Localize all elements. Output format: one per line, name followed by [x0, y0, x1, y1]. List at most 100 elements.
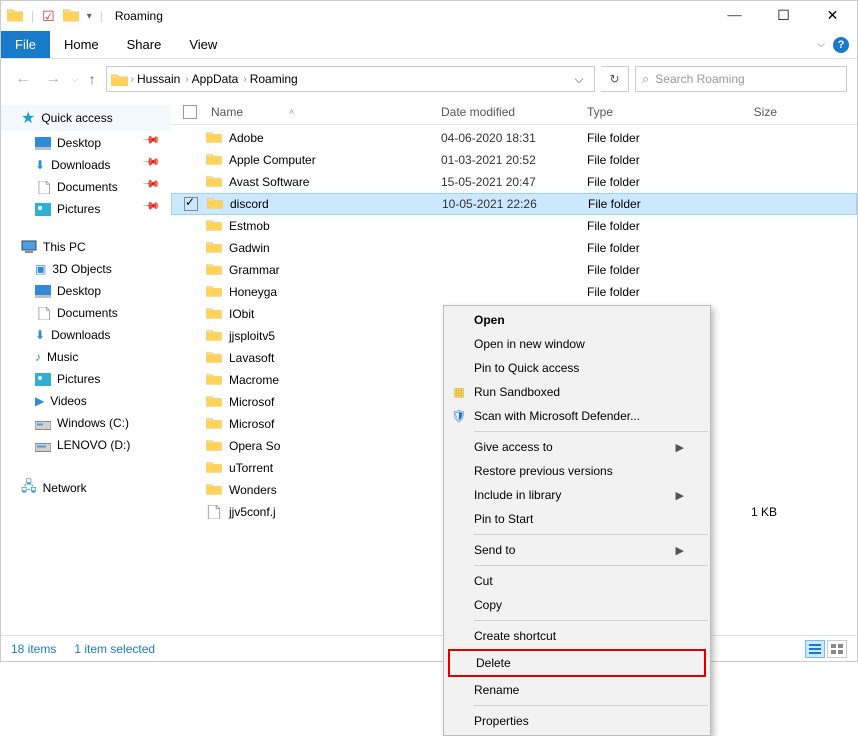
chevron-right-icon: ▶ [676, 441, 684, 454]
qat-properties-icon[interactable]: ☑ [42, 8, 55, 25]
select-all-checkbox[interactable] [183, 105, 197, 119]
ctx-delete[interactable]: Delete [450, 651, 704, 675]
chevron-right-icon[interactable]: › [128, 74, 137, 85]
folder-icon [205, 395, 223, 409]
ctx-run-sandboxed[interactable]: ▦Run Sandboxed [444, 380, 710, 404]
nav-network[interactable]: 🖧 Network [1, 473, 171, 503]
file-row[interactable]: Apple Computer01-03-2021 20:52File folde… [171, 149, 857, 171]
ctx-copy[interactable]: Copy [444, 593, 710, 617]
folder-icon [205, 175, 223, 189]
tab-share[interactable]: Share [113, 31, 176, 58]
folder-icon [7, 8, 23, 24]
file-row[interactable]: EstmobFile folder [171, 215, 857, 237]
nav-desktop-pc[interactable]: Desktop [1, 281, 171, 301]
ctx-include-library[interactable]: Include in library▶ [444, 483, 710, 507]
column-type[interactable]: Type [587, 105, 613, 119]
address-bar[interactable]: › Hussain › AppData › Roaming ⌵ [106, 66, 595, 92]
nav-up-button[interactable]: ↑ [85, 71, 100, 87]
file-type: File folder [587, 153, 713, 167]
view-details-button[interactable] [805, 640, 825, 658]
nav-history-dropdown[interactable]: ⌵ [71, 74, 79, 85]
status-bar: 18 items 1 item selected [1, 635, 857, 661]
search-icon: ⌕ [642, 71, 649, 87]
file-row[interactable]: GrammarFile folder [171, 259, 857, 281]
nav-pictures[interactable]: Pictures📌 [1, 199, 171, 219]
column-name[interactable]: Name [211, 105, 243, 119]
file-row[interactable]: Honeyga File folder [171, 281, 857, 303]
ctx-give-access[interactable]: Give access to▶ [444, 435, 710, 459]
help-icon[interactable]: ? [833, 37, 849, 53]
column-size[interactable]: Size [754, 105, 777, 119]
file-type: File folder [587, 285, 713, 299]
search-input[interactable]: ⌕ Search Roaming [635, 66, 847, 92]
address-dropdown-icon[interactable]: ⌵ [568, 68, 590, 90]
nav-documents[interactable]: Documents📌 [1, 177, 171, 197]
nav-desktop[interactable]: Desktop📌 [1, 133, 171, 153]
nav-this-pc[interactable]: This PC [1, 237, 171, 257]
folder-icon [205, 307, 223, 321]
ctx-rename[interactable]: Rename [444, 678, 710, 702]
file-name: Grammar [229, 263, 280, 277]
nav-videos[interactable]: ▶Videos [1, 391, 171, 411]
file-type: File folder [587, 131, 713, 145]
ctx-create-shortcut[interactable]: Create shortcut [444, 624, 710, 648]
breadcrumb-item[interactable]: Roaming [250, 72, 300, 86]
folder-icon [205, 329, 223, 343]
tab-file[interactable]: File [1, 31, 50, 58]
tab-home[interactable]: Home [50, 31, 113, 58]
nav-os-drive[interactable]: Windows (C:) [1, 413, 171, 433]
context-menu: Open Open in new window Pin to Quick acc… [443, 305, 711, 736]
ctx-pin-quick-access[interactable]: Pin to Quick access [444, 356, 710, 380]
ribbon-expand-icon[interactable]: ⌵ [817, 39, 825, 50]
column-date[interactable]: Date modified [441, 105, 515, 119]
row-checkbox[interactable] [184, 197, 198, 211]
maximize-button[interactable]: ☐ [761, 2, 806, 30]
network-icon: 🖧 [21, 476, 37, 500]
file-row[interactable]: Adobe04-06-2020 18:31File folder [171, 127, 857, 149]
file-name: jjv5conf.j [229, 505, 276, 519]
file-name: Avast Software [229, 175, 309, 189]
breadcrumb-item[interactable]: Hussain [137, 72, 182, 86]
ctx-cut[interactable]: Cut [444, 569, 710, 593]
ctx-open[interactable]: Open [444, 308, 710, 332]
file-name: Opera So [229, 439, 280, 453]
nav-quick-access[interactable]: ★ Quick access [1, 105, 171, 131]
file-type: File folder [587, 219, 713, 233]
folder-icon [205, 483, 223, 497]
ctx-separator [474, 705, 708, 706]
folder-icon [205, 439, 223, 453]
nav-forward-button[interactable]: → [41, 70, 65, 88]
ctx-properties[interactable]: Properties [444, 709, 710, 733]
file-row[interactable]: discord10-05-2021 22:26File folder [171, 193, 857, 215]
nav-downloads-pc[interactable]: ⬇Downloads [1, 325, 171, 345]
file-row[interactable]: GadwinFile folder [171, 237, 857, 259]
chevron-right-icon[interactable]: › [182, 74, 191, 85]
view-icons-button[interactable] [827, 640, 847, 658]
nav-music[interactable]: ♪Music [1, 347, 171, 367]
file-name: Honeyga [229, 285, 277, 299]
refresh-button[interactable]: ↻ [601, 66, 629, 92]
ctx-separator [474, 565, 708, 566]
content-area: Name ˄ Date modified Type Size Adobe04-0… [171, 99, 857, 635]
ctx-open-new-window[interactable]: Open in new window [444, 332, 710, 356]
qat-dropdown-icon[interactable]: ▾ [87, 11, 92, 22]
ctx-send-to[interactable]: Send to▶ [444, 538, 710, 562]
nav-documents-pc[interactable]: Documents [1, 303, 171, 323]
nav-back-button[interactable]: ← [11, 70, 35, 88]
nav-pictures-pc[interactable]: Pictures [1, 369, 171, 389]
ctx-scan-defender[interactable]: 🛡Scan with Microsoft Defender... [444, 404, 710, 428]
file-row[interactable]: Avast Software15-05-2021 20:47File folde… [171, 171, 857, 193]
chevron-right-icon[interactable]: › [240, 74, 249, 85]
nav-3d-objects[interactable]: ▣3D Objects [1, 259, 171, 279]
nav-downloads[interactable]: ⬇Downloads📌 [1, 155, 171, 175]
ctx-pin-start[interactable]: Pin to Start [444, 507, 710, 531]
tab-view[interactable]: View [175, 31, 231, 58]
minimize-button[interactable]: — [712, 2, 757, 30]
breadcrumb-item[interactable]: AppData [192, 72, 241, 86]
nav-data-drive[interactable]: LENOVO (D:) [1, 435, 171, 455]
column-headers: Name ˄ Date modified Type Size [171, 99, 857, 125]
ctx-restore-versions[interactable]: Restore previous versions [444, 459, 710, 483]
close-button[interactable]: ✕ [810, 2, 855, 30]
folder-icon [205, 153, 223, 167]
folder-icon [205, 263, 223, 277]
